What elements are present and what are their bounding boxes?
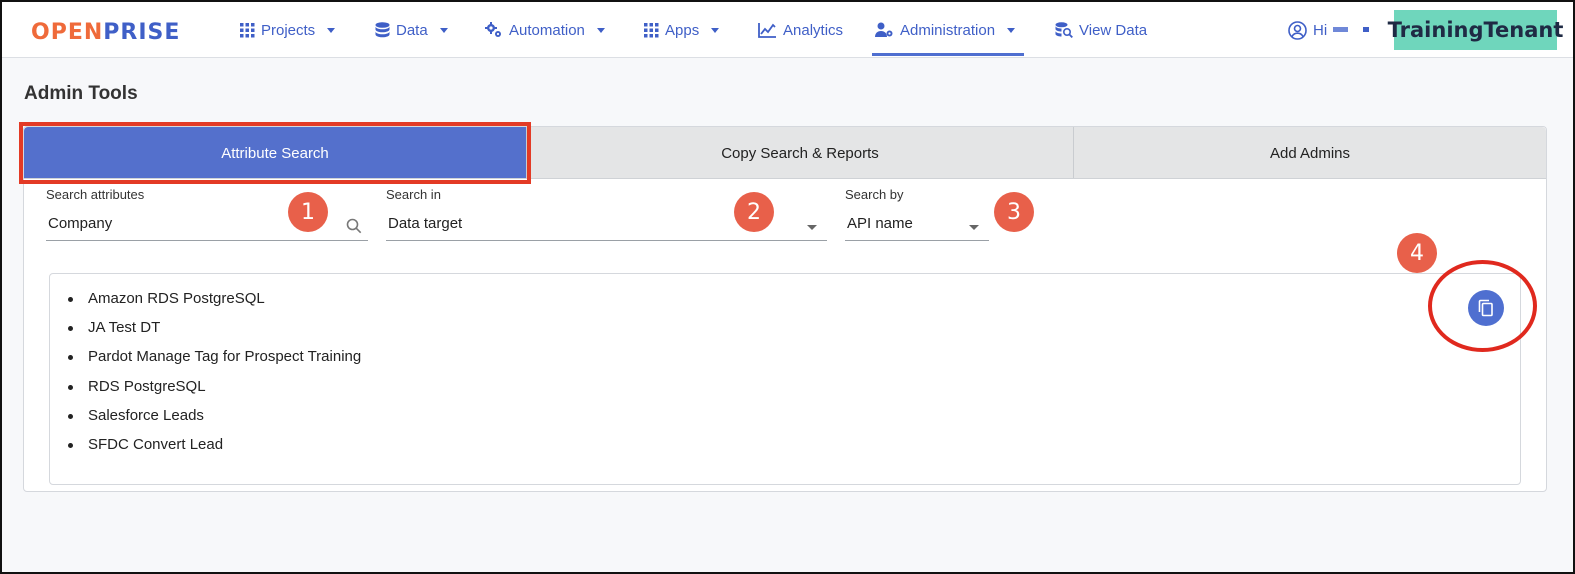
nav-administration-label: Administration [900, 21, 996, 39]
search-by-value: API name [847, 215, 913, 232]
search-attributes-value: Company [48, 215, 113, 232]
page-title: Admin Tools [24, 83, 138, 104]
nav-apps[interactable]: Apps [644, 19, 720, 41]
tab-bar: Attribute Search Copy Search & Reports A… [24, 127, 1546, 179]
callout-badge-1: 1 [288, 192, 328, 232]
chevron-down-icon [439, 27, 448, 33]
nav-automation[interactable]: Automation [485, 19, 605, 41]
active-nav-indicator [872, 53, 1024, 56]
admin-tools-card: Attribute Search Copy Search & Reports A… [19, 122, 1547, 492]
nav-view-data[interactable]: View Data [1055, 19, 1147, 41]
top-navigation: OPENPRISE Projects Data Automation Apps … [0, 0, 1575, 58]
list-item: Salesforce Leads [67, 407, 361, 436]
list-item: JA Test DT [67, 319, 361, 348]
tenant-badge[interactable]: TrainingTenant [1388, 10, 1563, 50]
nav-view-data-label: View Data [1079, 21, 1148, 39]
chevron-down-icon [711, 27, 720, 33]
search-icon[interactable] [346, 218, 362, 234]
list-item: SFDC Convert Lead [67, 436, 361, 465]
nav-projects-label: Projects [261, 21, 316, 39]
results-panel: Amazon RDS PostgreSQL JA Test DT Pardot … [49, 273, 1521, 485]
nav-automation-label: Automation [509, 21, 585, 39]
search-by-field: Search by API name [845, 187, 989, 241]
user-menu[interactable]: Hi [1288, 19, 1327, 41]
list-item: RDS PostgreSQL [67, 378, 361, 407]
search-by-select[interactable]: API name [845, 215, 989, 241]
grid-icon [644, 22, 659, 37]
copy-button[interactable] [1468, 290, 1504, 326]
dropdown-arrow-icon [807, 225, 817, 230]
chevron-down-icon [327, 27, 336, 33]
redacted-username-end [1363, 27, 1369, 32]
line-chart-icon [758, 23, 776, 38]
chevron-down-icon [1007, 27, 1016, 33]
nav-data-label: Data [396, 21, 428, 39]
nav-administration[interactable]: Administration [875, 19, 1016, 41]
list-item: Pardot Manage Tag for Prospect Training [67, 348, 361, 377]
redacted-username [1333, 27, 1348, 32]
search-by-label: Search by [845, 187, 904, 202]
database-icon [375, 22, 390, 38]
dropdown-arrow-icon [969, 225, 979, 230]
callout-badge-4: 4 [1397, 233, 1437, 273]
results-list: Amazon RDS PostgreSQL JA Test DT Pardot … [67, 290, 361, 465]
gears-icon [485, 22, 501, 37]
grid-icon [240, 22, 255, 37]
nav-apps-label: Apps [665, 21, 700, 39]
copy-icon [1478, 299, 1493, 317]
list-item: Amazon RDS PostgreSQL [67, 290, 361, 319]
tab-attribute-search[interactable]: Attribute Search [24, 127, 526, 178]
search-in-value: Data target [388, 215, 463, 232]
nav-analytics-label: Analytics [783, 21, 844, 39]
logo-text-open: OPEN [31, 20, 104, 45]
chevron-down-icon [596, 27, 605, 33]
tab-add-admins[interactable]: Add Admins [1073, 127, 1546, 178]
tab-copy-search-reports[interactable]: Copy Search & Reports [526, 127, 1073, 178]
callout-badge-3: 3 [994, 192, 1034, 232]
user-circle-icon [1288, 20, 1307, 40]
logo-text-prise: PRISE [103, 20, 181, 45]
nav-data[interactable]: Data [375, 19, 448, 41]
nav-projects[interactable]: Projects [240, 19, 336, 41]
user-greeting: Hi [1313, 21, 1328, 39]
database-search-icon [1055, 22, 1073, 38]
callout-badge-2: 2 [734, 192, 774, 232]
openprise-logo[interactable]: OPENPRISE [31, 20, 180, 45]
nav-analytics[interactable]: Analytics [758, 19, 843, 41]
user-gear-icon [875, 22, 893, 37]
